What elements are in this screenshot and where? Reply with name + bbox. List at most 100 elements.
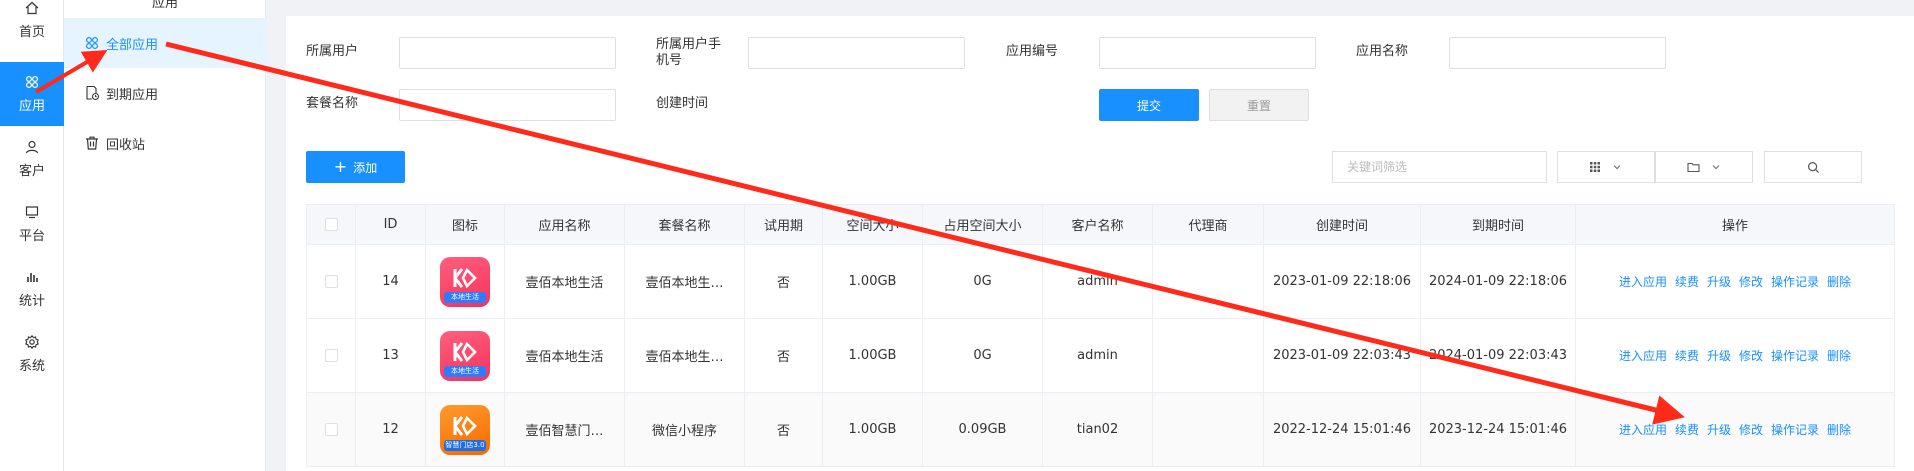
cell-app-name: 壹佰本地生活 [504, 318, 625, 393]
delete-link[interactable]: 删除 [1827, 275, 1851, 289]
main-panel: 所属用户 所属用户手 机号 应用编号 应用名称 套餐名称 创建时间 提交 重置 +… [286, 16, 1914, 471]
cell-trial: 否 [744, 392, 823, 467]
cell-package: 壹佰本地生… [624, 318, 745, 393]
owner-label: 所属用户 [306, 44, 359, 59]
rail-item-stats[interactable]: 统计 [0, 257, 64, 321]
operation-log-link[interactable]: 操作记录 [1771, 349, 1819, 363]
cell-customer: admin [1042, 244, 1153, 319]
cell-created: 2022-12-24 15:01:46 [1263, 392, 1421, 467]
apps-icon [25, 75, 39, 89]
submenu-item-label: 回收站 [106, 137, 146, 153]
cell-icon: 智慧门店3.0 [425, 392, 505, 467]
search-icon [1807, 161, 1819, 173]
cell-used-space: 0G [922, 318, 1043, 393]
chevron-down-icon [1712, 165, 1719, 170]
upgrade-link[interactable]: 升级 [1707, 349, 1731, 363]
cell-expires: 2023-12-24 15:01:46 [1420, 392, 1576, 467]
reset-button[interactable]: 重置 [1209, 89, 1309, 121]
app-submenu: 应用 全部应用 到期应用 回收站 [64, 0, 266, 471]
rail-item-label: 客户 [18, 164, 45, 179]
cell-id: 13 [355, 318, 426, 393]
rail-item-home[interactable]: 首页 [0, 0, 64, 52]
col-header-actions: 操作 [1575, 204, 1895, 245]
enter-app-link[interactable]: 进入应用 [1619, 349, 1667, 363]
table-row: 12 智慧门店3.0 壹佰智慧门… 微信小程序 否 1.00GB 0.09GB … [306, 392, 1895, 467]
rail-item-platform[interactable]: 平台 [0, 192, 64, 256]
operation-log-link[interactable]: 操作记录 [1771, 423, 1819, 437]
submit-button[interactable]: 提交 [1099, 89, 1199, 121]
app-logo-icon: 本地生活 [440, 256, 490, 307]
home-icon [25, 1, 39, 15]
app-number-input[interactable] [1099, 37, 1316, 69]
add-button[interactable]: + 添加 [306, 151, 405, 183]
cell-app-name: 壹佰本地生活 [504, 244, 625, 319]
submenu-item-all-apps[interactable]: 全部应用 [64, 18, 266, 68]
cell-package: 壹佰本地生… [624, 244, 745, 319]
renew-link[interactable]: 续费 [1675, 423, 1699, 437]
upgrade-link[interactable]: 升级 [1707, 275, 1731, 289]
edit-link[interactable]: 修改 [1739, 349, 1763, 363]
package-label: 套餐名称 [306, 96, 359, 111]
row-select-cell[interactable] [306, 392, 356, 467]
rail-item-apps[interactable]: 应用 [0, 62, 64, 126]
col-header-used-space: 占用空间大小 [922, 204, 1043, 245]
col-header-agent: 代理商 [1152, 204, 1264, 245]
column-toggle-dropdown[interactable] [1557, 151, 1655, 183]
edit-link[interactable]: 修改 [1739, 275, 1763, 289]
expire-doc-icon [86, 85, 100, 101]
owner-input[interactable] [399, 37, 616, 69]
delete-link[interactable]: 删除 [1827, 423, 1851, 437]
cell-id: 14 [355, 244, 426, 319]
chevron-down-icon [1613, 165, 1621, 170]
search-button[interactable] [1764, 151, 1862, 183]
owner-phone-input[interactable] [748, 37, 965, 69]
cell-trial: 否 [744, 244, 823, 319]
rail-item-label: 应用 [18, 99, 45, 114]
cell-created: 2023-01-09 22:03:43 [1263, 318, 1421, 393]
select-all-checkbox[interactable] [324, 218, 338, 231]
cell-used-space: 0.09GB [922, 392, 1043, 467]
rail-item-customers[interactable]: 客户 [0, 127, 64, 191]
enter-app-link[interactable]: 进入应用 [1619, 423, 1667, 437]
row-select-cell[interactable] [306, 244, 356, 319]
table-header-row: ID 图标 应用名称 套餐名称 试用期 空间大小 占用空间大小 客户名称 代理商… [306, 204, 1895, 245]
cell-agent [1152, 392, 1264, 467]
submenu-title: 应用 [152, 0, 179, 11]
package-input[interactable] [399, 89, 616, 121]
owner-phone-label: 所属用户手 机号 [656, 37, 721, 69]
app-number-label: 应用编号 [1006, 44, 1059, 59]
col-header-package: 套餐名称 [624, 204, 745, 245]
folder-icon [1686, 162, 1700, 173]
row-checkbox[interactable] [324, 275, 338, 288]
renew-link[interactable]: 续费 [1675, 349, 1699, 363]
submenu-item-label: 全部应用 [106, 37, 159, 53]
enter-app-link[interactable]: 进入应用 [1619, 275, 1667, 289]
rail-item-label: 首页 [18, 25, 45, 40]
export-dropdown[interactable] [1655, 151, 1753, 183]
rail-item-label: 系统 [18, 359, 45, 374]
col-header-space: 空间大小 [822, 204, 923, 245]
renew-link[interactable]: 续费 [1675, 275, 1699, 289]
app-name-input[interactable] [1449, 37, 1666, 69]
submenu-item-expired-apps[interactable]: 到期应用 [64, 68, 266, 118]
cell-used-space: 0G [922, 244, 1043, 319]
row-checkbox[interactable] [324, 423, 338, 436]
row-select-cell[interactable] [306, 318, 356, 393]
upgrade-link[interactable]: 升级 [1707, 423, 1731, 437]
keyword-filter-input[interactable] [1347, 160, 1546, 174]
keyword-filter-field[interactable] [1332, 151, 1547, 183]
monitor-icon [25, 206, 39, 219]
rail-item-system[interactable]: 系统 [0, 322, 64, 386]
submenu-item-recycle-bin[interactable]: 回收站 [64, 118, 266, 168]
cell-trial: 否 [744, 318, 823, 393]
cell-created: 2023-01-09 22:18:06 [1263, 244, 1421, 319]
select-all-cell[interactable] [306, 204, 356, 245]
rail-item-label: 平台 [18, 229, 45, 244]
cell-space: 1.00GB [822, 318, 923, 393]
row-checkbox[interactable] [324, 349, 338, 362]
app-logo-badge: 智慧门店3.0 [444, 439, 486, 451]
operation-log-link[interactable]: 操作记录 [1771, 275, 1819, 289]
owner-phone-label-line2: 机号 [656, 53, 683, 68]
delete-link[interactable]: 删除 [1827, 349, 1851, 363]
edit-link[interactable]: 修改 [1739, 423, 1763, 437]
